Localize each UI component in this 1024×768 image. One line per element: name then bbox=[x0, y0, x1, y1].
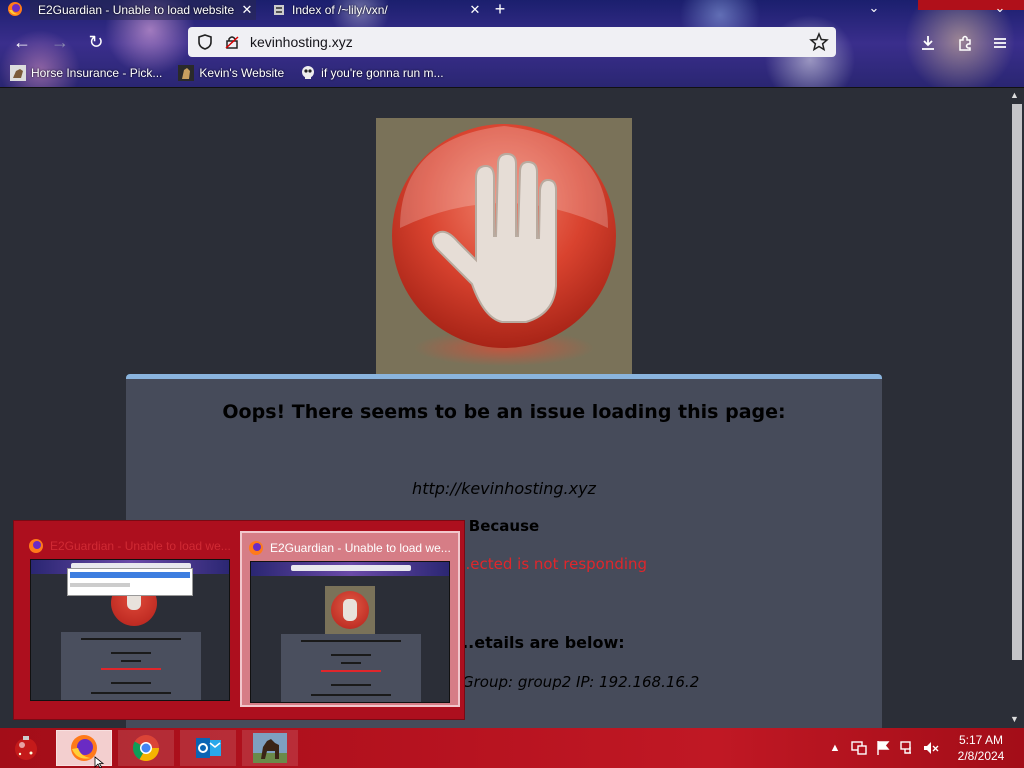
preview-thumbnail bbox=[30, 559, 230, 701]
mini-text-line bbox=[111, 682, 151, 684]
url-input[interactable]: kevinhosting.xyz bbox=[250, 34, 808, 50]
new-tab-button[interactable]: + bbox=[490, 0, 510, 20]
bookmark-label: Kevin's Website bbox=[199, 66, 285, 80]
firefox-icon[interactable] bbox=[7, 1, 23, 17]
window-preview-1[interactable]: E2Guardian - Unable to load we... bbox=[22, 531, 242, 707]
insecure-lock-icon[interactable] bbox=[224, 34, 240, 50]
bookmarks-toolbar: Horse Insurance - Pick... Kevin's Websit… bbox=[0, 62, 1024, 84]
preview-title: E2Guardian - Unable to load we... bbox=[28, 537, 234, 555]
mini-stop-hand-icon bbox=[325, 586, 375, 636]
start-button[interactable] bbox=[2, 730, 50, 766]
close-tab-icon[interactable]: ✕ bbox=[238, 2, 256, 18]
list-all-tabs-icon[interactable]: ⌄ bbox=[864, 0, 884, 20]
preview-title-text: E2Guardian - Unable to load we... bbox=[270, 541, 451, 555]
chrome-icon bbox=[132, 735, 160, 762]
stop-hand-image bbox=[376, 118, 632, 374]
blocked-url: http://kevinhosting.xyz bbox=[412, 479, 596, 498]
mini-hand bbox=[343, 599, 357, 621]
show-hidden-icons[interactable]: ▲ bbox=[826, 739, 844, 757]
forward-button[interactable]: → bbox=[46, 28, 74, 56]
mini-red-line bbox=[101, 668, 161, 670]
window-preview-2[interactable]: E2Guardian - Unable to load we... bbox=[240, 531, 460, 707]
bookmark-label: if you're gonna run m... bbox=[321, 66, 444, 80]
scroll-up-arrow-icon[interactable]: ▲ bbox=[1010, 90, 1019, 100]
mini-text-line bbox=[91, 692, 171, 694]
tab-strip: E2Guardian - Unable to load website ✕ In… bbox=[0, 0, 1024, 20]
taskbar: ▲ 5:17 AM 2/8/2024 bbox=[0, 728, 1024, 768]
clock-time: 5:17 AM bbox=[958, 733, 1004, 747]
menu-icon[interactable] bbox=[990, 33, 1010, 53]
mouse-cursor-icon bbox=[94, 756, 104, 768]
preview-thumbnail bbox=[250, 561, 450, 703]
firefox-icon bbox=[249, 541, 263, 555]
download-icon[interactable] bbox=[918, 33, 938, 53]
tab-label: Index of /~lily/vxn/ bbox=[292, 3, 388, 17]
taskbar-horse-app[interactable] bbox=[242, 730, 298, 766]
outlook-icon bbox=[196, 738, 221, 758]
back-button[interactable]: ← bbox=[8, 28, 36, 56]
mini-red-line bbox=[321, 670, 381, 672]
ornament-start-icon bbox=[15, 736, 37, 760]
horse-app-icon bbox=[253, 733, 287, 763]
mini-error-card bbox=[61, 632, 201, 700]
network-computer-icon[interactable] bbox=[850, 739, 868, 757]
flag-icon[interactable] bbox=[874, 739, 892, 757]
tracking-shield-icon[interactable] bbox=[196, 33, 214, 51]
mini-text-line bbox=[311, 694, 391, 696]
bookmark-horse-insurance[interactable]: Horse Insurance - Pick... bbox=[10, 65, 162, 81]
tab-e2guardian[interactable]: E2Guardian - Unable to load website ✕ bbox=[30, 0, 256, 20]
mini-dropdown-row bbox=[70, 572, 190, 578]
address-bar[interactable]: kevinhosting.xyz bbox=[188, 27, 836, 57]
volume-muted-icon[interactable] bbox=[922, 739, 940, 757]
taskbar-outlook[interactable] bbox=[180, 730, 236, 766]
tab-index-of[interactable]: Index of /~lily/vxn/ ✕ bbox=[264, 0, 484, 20]
mini-text-line bbox=[111, 652, 151, 654]
error-heading: Oops! There seems to be an issue loading… bbox=[222, 401, 786, 423]
mini-stop-circle bbox=[331, 591, 369, 629]
server-icon bbox=[274, 5, 284, 15]
mini-text-line bbox=[331, 654, 371, 656]
bookmark-label: Horse Insurance - Pick... bbox=[31, 66, 163, 80]
mini-text-line bbox=[341, 662, 361, 664]
horse-bookmark-icon bbox=[10, 65, 26, 81]
clock-date: 2/8/2024 bbox=[957, 749, 1005, 763]
bookmark-star-icon[interactable] bbox=[808, 31, 830, 53]
browser-chrome: E2Guardian - Unable to load website ✕ In… bbox=[0, 0, 1024, 88]
scroll-thumb[interactable] bbox=[1012, 104, 1022, 660]
taskbar-preview-panel: E2Guardian - Unable to load we... E2Guar… bbox=[13, 520, 465, 720]
preview-title-text: E2Guardian - Unable to load we... bbox=[50, 539, 231, 553]
taskbar-chrome[interactable] bbox=[118, 730, 174, 766]
skull-bookmark-icon bbox=[302, 66, 315, 79]
network-icon[interactable] bbox=[898, 739, 916, 757]
mini-text-line bbox=[121, 660, 141, 662]
mini-browser-chrome bbox=[251, 562, 449, 576]
screen: { "browser": { "tabs": [ {"label": "E2Gu… bbox=[0, 0, 1024, 768]
stop-hand-icon bbox=[392, 124, 616, 366]
kevin-site-icon bbox=[178, 65, 195, 81]
close-tab-icon[interactable]: ✕ bbox=[466, 2, 484, 18]
mini-url-bar bbox=[291, 565, 411, 571]
tab-label: E2Guardian - Unable to load website bbox=[38, 3, 235, 17]
mini-text-line bbox=[331, 684, 371, 686]
clock[interactable]: 5:17 AM 2/8/2024 bbox=[940, 732, 1022, 764]
firefox-icon bbox=[29, 539, 43, 553]
mini-error-card bbox=[281, 634, 421, 702]
scroll-down-arrow-icon[interactable]: ▼ bbox=[1010, 714, 1019, 724]
navigation-bar: ← → ↻ kevinhosting.xyz bbox=[0, 24, 1024, 60]
mini-dropdown-row bbox=[70, 583, 130, 587]
mini-text-line bbox=[81, 638, 181, 640]
bookmark-kevins-website[interactable]: Kevin's Website bbox=[178, 65, 284, 81]
bookmark-if-youre-gonna[interactable]: if you're gonna run m... bbox=[300, 65, 444, 81]
window-chevron-icon[interactable]: ⌄ bbox=[990, 0, 1010, 16]
vertical-scrollbar[interactable]: ▲ ▼ bbox=[1006, 88, 1024, 728]
extensions-icon[interactable] bbox=[955, 33, 975, 53]
preview-title: E2Guardian - Unable to load we... bbox=[248, 539, 454, 557]
reload-button[interactable]: ↻ bbox=[82, 28, 110, 56]
mini-text-line bbox=[301, 640, 401, 642]
mini-url-dropdown bbox=[67, 568, 193, 596]
